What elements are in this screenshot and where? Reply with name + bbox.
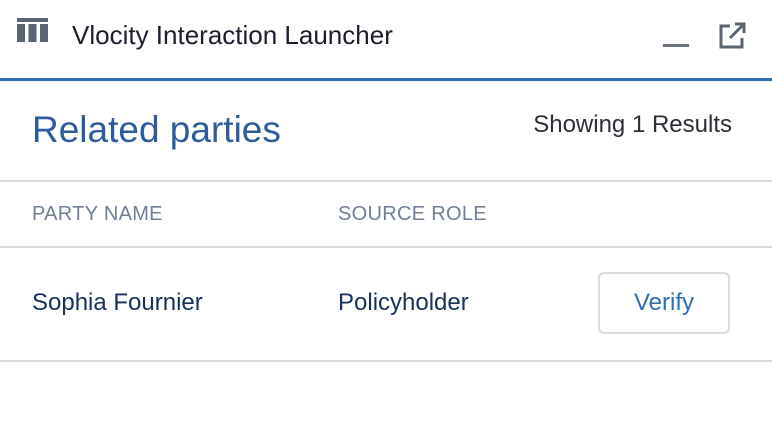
column-header-party-name: PARTY NAME	[32, 203, 163, 225]
minimize-button[interactable]	[660, 22, 692, 52]
panel-title: Vlocity Interaction Launcher	[72, 20, 393, 50]
source-role-cell: Policyholder	[338, 289, 469, 316]
column-header-source-role: SOURCE ROLE	[338, 203, 487, 225]
popout-button[interactable]	[716, 20, 748, 52]
divider	[0, 360, 772, 362]
panel-header: Vlocity Interaction Launcher	[0, 0, 772, 81]
columns-icon	[17, 18, 48, 42]
results-count: Showing 1 Results	[533, 111, 732, 138]
minimize-icon	[663, 44, 689, 47]
party-name-cell: Sophia Fournier	[32, 289, 203, 316]
verify-button[interactable]: Verify	[598, 272, 730, 334]
divider	[0, 180, 772, 182]
section-title: Related parties	[32, 109, 281, 150]
popout-icon	[716, 22, 748, 56]
divider	[0, 246, 772, 248]
